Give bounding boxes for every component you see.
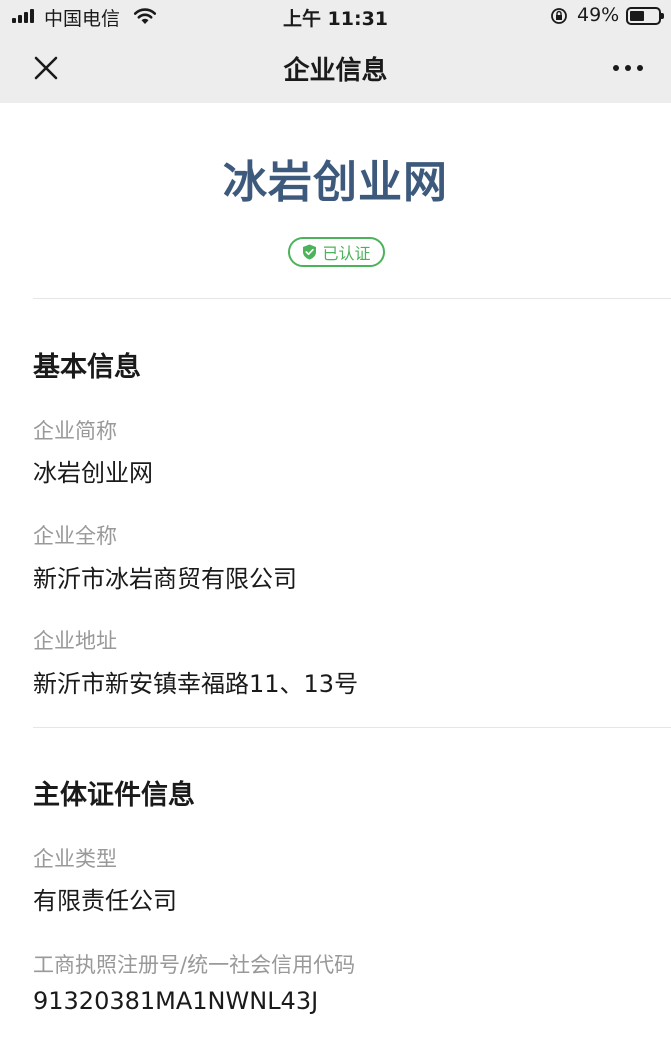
- section-title-license-info: 主体证件信息: [33, 780, 195, 811]
- field-value-credit-code: 91320381MA1NWNL43J: [33, 987, 319, 1015]
- divider: [33, 727, 671, 728]
- verified-badge: 已认证: [288, 237, 385, 267]
- field-value-address: 新沂市新安镇幸福路11、13号: [33, 670, 359, 698]
- more-dots-icon[interactable]: [608, 56, 648, 80]
- navigation-bar: 企业信息: [0, 34, 671, 103]
- field-label-company-type: 企业类型: [33, 847, 117, 871]
- battery-percent: 49%: [577, 4, 620, 26]
- battery-icon: [626, 7, 664, 25]
- field-label-full-name: 企业全称: [33, 524, 117, 548]
- field-value-company-type: 有限责任公司: [33, 887, 177, 915]
- field-label-credit-code: 工商执照注册号/统一社会信用代码: [33, 953, 356, 977]
- page-title: 企业信息: [283, 56, 388, 86]
- verified-label: 已认证: [322, 244, 371, 263]
- field-value-full-name: 新沂市冰岩商贸有限公司: [33, 565, 297, 593]
- status-bar: 中国电信 上午 11:31 49%: [0, 0, 671, 34]
- company-name-heading: 冰岩创业网: [223, 157, 448, 208]
- section-title-basic-info: 基本信息: [33, 352, 141, 383]
- shield-check-icon: [303, 244, 317, 260]
- clock: 上午 11:31: [282, 8, 389, 30]
- field-label-address: 企业地址: [33, 629, 117, 653]
- field-value-short-name: 冰岩创业网: [33, 459, 153, 487]
- field-label-short-name: 企业简称: [33, 419, 117, 443]
- orientation-lock-icon: [551, 8, 567, 24]
- divider: [33, 298, 671, 299]
